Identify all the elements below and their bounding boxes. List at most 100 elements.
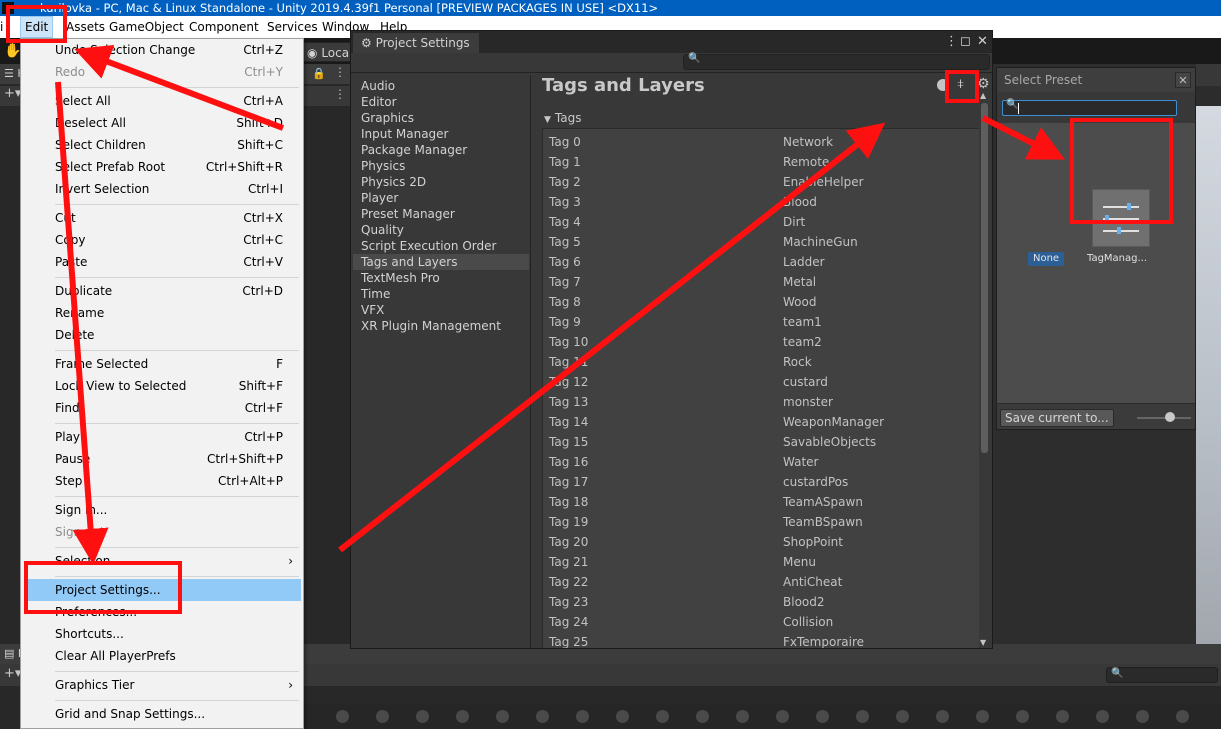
menu-item-grid-snap[interactable]: Grid and Snap Settings...	[21, 703, 303, 725]
tag-row[interactable]: Tag 23 Blood2	[543, 592, 979, 612]
save-current-button[interactable]: Save current to...	[1000, 409, 1114, 427]
tag-row[interactable]: Tag 12 custard	[543, 372, 979, 392]
window-menu-icon[interactable]: ⋮	[945, 32, 958, 52]
menu-item-shortcuts[interactable]: Shortcuts...	[21, 623, 303, 645]
tag-row[interactable]: Tag 15 SavableObjects	[543, 432, 979, 452]
tag-row[interactable]: Tag 0 Network	[543, 132, 979, 152]
project-settings-tab[interactable]: ⚙ Project Settings	[353, 33, 479, 53]
menu-item-step[interactable]: Step Ctrl+Alt+P	[21, 470, 303, 492]
category-time[interactable]: Time	[353, 286, 529, 302]
tag-row[interactable]: Tag 21 Menu	[543, 552, 979, 572]
category-input-manager[interactable]: Input Manager	[353, 126, 529, 142]
tag-row[interactable]: Tag 17 custardPos	[543, 472, 979, 492]
tags-foldout[interactable]: ▼ Tags	[544, 111, 582, 125]
menu-gameobject[interactable]: GameObject	[105, 16, 188, 38]
lock-icon[interactable]: 🔒	[312, 67, 326, 80]
tag-row[interactable]: Tag 2 EnableHelper	[543, 172, 979, 192]
menu-component[interactable]: Component	[185, 16, 263, 38]
settings-scrollbar[interactable]: ▲ ▼	[979, 91, 990, 647]
tag-row[interactable]: Tag 8 Wood	[543, 292, 979, 312]
tag-row[interactable]: Tag 16 Water	[543, 452, 979, 472]
menu-item-invert-selection[interactable]: Invert Selection Ctrl+I	[21, 178, 303, 200]
tag-row[interactable]: Tag 10 team2	[543, 332, 979, 352]
tag-row[interactable]: Tag 25 FxTemporaire	[543, 632, 979, 648]
select-preset-title: Select Preset	[997, 68, 1195, 92]
menu-item-redo[interactable]: Redo Ctrl+Y	[21, 61, 303, 83]
panel-menu-icon[interactable]: ⋮	[334, 65, 346, 79]
tag-row[interactable]: Tag 11 Rock	[543, 352, 979, 372]
category-preset-manager[interactable]: Preset Manager	[353, 206, 529, 222]
menu-item-duplicate[interactable]: Duplicate Ctrl+D	[21, 280, 303, 302]
category-physics-2d[interactable]: Physics 2D	[353, 174, 529, 190]
thumbnail-size-slider[interactable]	[1137, 417, 1191, 419]
tag-row[interactable]: Tag 13 monster	[543, 392, 979, 412]
tag-row[interactable]: Tag 14 WeaponManager	[543, 412, 979, 432]
menu-separator	[55, 204, 299, 205]
menu-item-sign-out[interactable]: Sign out	[21, 521, 303, 543]
tag-row[interactable]: Tag 9 team1	[543, 312, 979, 332]
menu-item-rename[interactable]: Rename	[21, 302, 303, 324]
tag-row[interactable]: Tag 4 Dirt	[543, 212, 979, 232]
project-search-field[interactable]: 🔍	[1106, 667, 1218, 683]
menu-item-find[interactable]: Find Ctrl+F	[21, 397, 303, 419]
menu-item-clear-playerprefs[interactable]: Clear All PlayerPrefs	[21, 645, 303, 667]
tag-row[interactable]: Tag 5 MachineGun	[543, 232, 979, 252]
menu-item-cut[interactable]: Cut Ctrl+X	[21, 207, 303, 229]
settings-search-input[interactable]: 🔍	[683, 53, 990, 70]
category-quality[interactable]: Quality	[353, 222, 529, 238]
asset-dot	[1176, 710, 1189, 723]
search-icon: 🔍	[688, 53, 701, 64]
tag-row[interactable]: Tag 19 TeamBSpawn	[543, 512, 979, 532]
add-icon[interactable]: +▾	[4, 86, 21, 101]
menu-item-select-prefab-root[interactable]: Select Prefab Root Ctrl+Shift+R	[21, 156, 303, 178]
scene-view[interactable]	[1196, 86, 1221, 644]
menu-assets[interactable]: Assets	[62, 16, 109, 38]
tag-row[interactable]: Tag 1 Remote	[543, 152, 979, 172]
menu-services[interactable]: Services	[263, 16, 322, 38]
preset-search-input[interactable]: 🔍	[1002, 99, 1177, 116]
scroll-up-icon[interactable]: ▲	[980, 91, 986, 100]
menu-item-paste[interactable]: Paste Ctrl+V	[21, 251, 303, 273]
menu-item-select-all[interactable]: Select All Ctrl+A	[21, 90, 303, 112]
menu-item-lock-view[interactable]: Lock View to Selected Shift+F	[21, 375, 303, 397]
slider-knob[interactable]	[1165, 412, 1175, 422]
project-add-icon[interactable]: +▾	[4, 666, 21, 681]
category-package-manager[interactable]: Package Manager	[353, 142, 529, 158]
category-xr-plugin-management[interactable]: XR Plugin Management	[353, 318, 529, 334]
asset-dot	[1016, 710, 1029, 723]
tag-row[interactable]: Tag 3 Blood	[543, 192, 979, 212]
category-vfx[interactable]: VFX	[353, 302, 529, 318]
category-editor[interactable]: Editor	[353, 94, 529, 110]
close-icon[interactable]: ✕	[977, 32, 988, 52]
tag-row[interactable]: Tag 6 Ladder	[543, 252, 979, 272]
project-settings-tab-label: Project Settings	[375, 36, 470, 50]
scroll-down-icon[interactable]: ▼	[980, 638, 986, 647]
preset-none-option[interactable]: None	[1028, 252, 1065, 266]
tag-row[interactable]: Tag 7 Metal	[543, 272, 979, 292]
menu-item-graphics-tier[interactable]: Graphics Tier ›	[21, 674, 303, 696]
tag-row[interactable]: Tag 22 AntiCheat	[543, 572, 979, 592]
menu-separator	[55, 496, 299, 497]
menu-item-delete[interactable]: Delete	[21, 324, 303, 346]
category-graphics[interactable]: Graphics	[353, 110, 529, 126]
close-icon[interactable]: ✕	[1175, 72, 1191, 88]
maximize-icon[interactable]: ◻	[960, 32, 971, 52]
menu-item-deselect-all[interactable]: Deselect All Shift+D	[21, 112, 303, 134]
category-player[interactable]: Player	[353, 190, 529, 206]
tag-row[interactable]: Tag 20 ShopPoint	[543, 532, 979, 552]
menu-item-pause[interactable]: Pause Ctrl+Shift+P	[21, 448, 303, 470]
menu-item-play[interactable]: Play Ctrl+P	[21, 426, 303, 448]
category-audio[interactable]: Audio	[353, 78, 529, 94]
menu-item-copy[interactable]: Copy Ctrl+C	[21, 229, 303, 251]
scrollbar-thumb[interactable]	[981, 103, 988, 453]
tag-row[interactable]: Tag 24 Collision	[543, 612, 979, 632]
menu-item-frame-selected[interactable]: Frame Selected F	[21, 353, 303, 375]
category-textmesh-pro[interactable]: TextMesh Pro	[353, 270, 529, 286]
menu-item-sign-in[interactable]: Sign in...	[21, 499, 303, 521]
category-physics[interactable]: Physics	[353, 158, 529, 174]
hierarchy-menu-icon[interactable]: ⋮	[334, 87, 346, 101]
category-script-execution-order[interactable]: Script Execution Order	[353, 238, 529, 254]
category-tags-and-layers[interactable]: Tags and Layers	[353, 254, 529, 270]
menu-item-select-children[interactable]: Select Children Shift+C	[21, 134, 303, 156]
tag-row[interactable]: Tag 18 TeamASpawn	[543, 492, 979, 512]
